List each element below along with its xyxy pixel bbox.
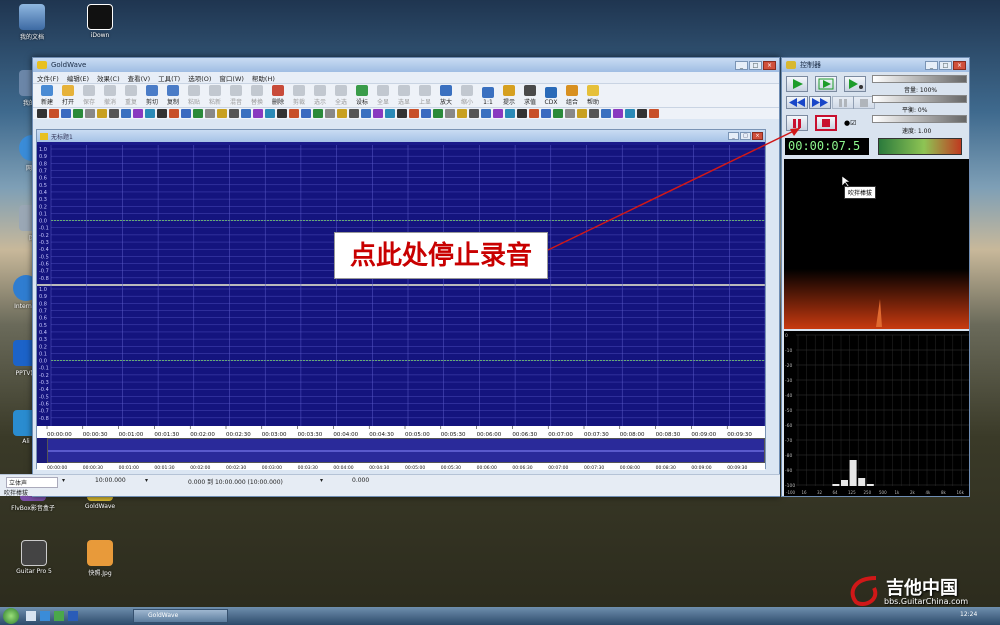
taskbar: GoldWave 12:24 (0, 607, 1000, 625)
quicklaunch-icon[interactable] (68, 611, 78, 621)
taskbar-goldwave-button[interactable]: GoldWave (133, 609, 228, 623)
quicklaunch-icon[interactable] (54, 611, 64, 621)
annotation-callout: 点此处停止录音 (334, 232, 548, 279)
guitar-logo-icon (850, 576, 878, 607)
start-button[interactable] (3, 608, 19, 624)
clock: 12:24 (960, 611, 978, 618)
watermark-url: bbs.GuitarChina.com (884, 597, 969, 606)
quicklaunch-icon[interactable] (26, 611, 36, 621)
annotation-arrow (547, 127, 801, 251)
quicklaunch-icon[interactable] (40, 611, 50, 621)
